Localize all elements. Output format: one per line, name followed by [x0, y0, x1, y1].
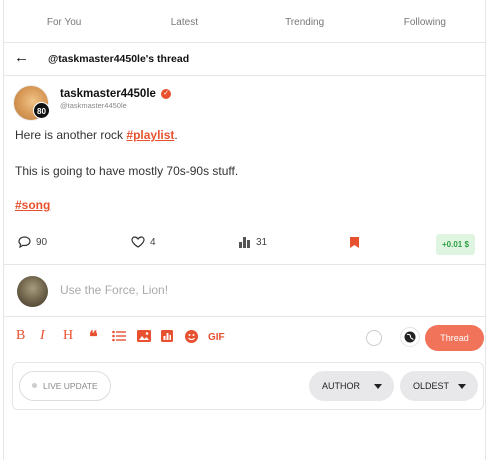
tip-badge[interactable]: +0.01 $ [436, 234, 475, 255]
like-button[interactable]: 4 [131, 236, 156, 248]
status-dot [32, 383, 37, 388]
tab-latest[interactable]: Latest [124, 0, 244, 42]
thread-header: ← @taskmaster4450le's thread [4, 43, 485, 76]
globe-icon[interactable] [400, 327, 420, 347]
image-icon[interactable] [137, 330, 151, 345]
bookmark-button[interactable] [349, 236, 360, 249]
author-handle: @taskmaster4450le [60, 101, 127, 110]
reputation-badge: 80 [33, 102, 50, 119]
author-filter-label: AUTHOR [322, 381, 360, 391]
list-icon[interactable] [112, 330, 126, 345]
thread-title: @taskmaster4450le's thread [48, 53, 190, 65]
like-count: 4 [150, 236, 156, 248]
divider [4, 264, 485, 265]
post-text-end: . [174, 128, 178, 142]
bar-chart-icon [239, 237, 250, 248]
tab-for-you[interactable]: For You [4, 0, 124, 42]
bookmark-icon [350, 237, 359, 248]
hashtag-playlist[interactable]: #playlist [126, 128, 174, 142]
character-counter [366, 330, 382, 346]
author-username[interactable]: taskmaster4450le [60, 88, 156, 100]
verified-icon: ✓ [161, 89, 171, 99]
heart-icon [131, 236, 145, 248]
current-user-avatar [17, 276, 48, 307]
chevron-down-icon [374, 384, 382, 389]
post-text: Here is another rock [15, 128, 127, 142]
submit-thread-button[interactable]: Thread [425, 325, 484, 351]
post-body-line-3: #song [15, 198, 50, 212]
quote-icon[interactable]: ❝ [89, 327, 98, 347]
comment-count: 90 [36, 236, 48, 248]
bold-icon[interactable]: B [16, 328, 25, 344]
divider [4, 316, 485, 317]
comment-button[interactable]: 90 [18, 236, 47, 248]
feed-tabs: For You Latest Trending Following [4, 0, 485, 43]
gif-button[interactable]: GIF [208, 332, 225, 343]
sort-dropdown[interactable]: OLDEST [400, 371, 478, 401]
live-update-label: LIVE UPDATE [43, 381, 98, 391]
view-count: 31 [256, 236, 268, 248]
chart-icon[interactable] [161, 330, 173, 345]
post-body-line-1: Here is another rock #playlist. [15, 128, 178, 142]
reply-input[interactable] [60, 283, 440, 297]
live-update-toggle[interactable]: LIVE UPDATE [19, 371, 111, 401]
italic-icon[interactable]: I [40, 328, 45, 344]
views-stat: 31 [238, 236, 267, 248]
comment-icon [18, 236, 31, 248]
back-arrow-icon[interactable]: ← [14, 49, 29, 66]
post-body-line-2: This is going to have mostly 70s-90s stu… [15, 164, 239, 178]
author-filter-dropdown[interactable]: AUTHOR [309, 371, 394, 401]
chevron-down-icon [458, 384, 466, 389]
tab-following[interactable]: Following [365, 0, 485, 42]
comments-filter-bar: LIVE UPDATE AUTHOR OLDEST [12, 362, 484, 410]
hashtag-song[interactable]: #song [15, 198, 50, 212]
heading-icon[interactable]: H [63, 328, 73, 344]
sort-label: OLDEST [413, 381, 450, 391]
app-frame: For You Latest Trending Following ← @tas… [3, 0, 486, 460]
tab-trending[interactable]: Trending [245, 0, 365, 42]
emoji-icon[interactable] [185, 330, 198, 346]
